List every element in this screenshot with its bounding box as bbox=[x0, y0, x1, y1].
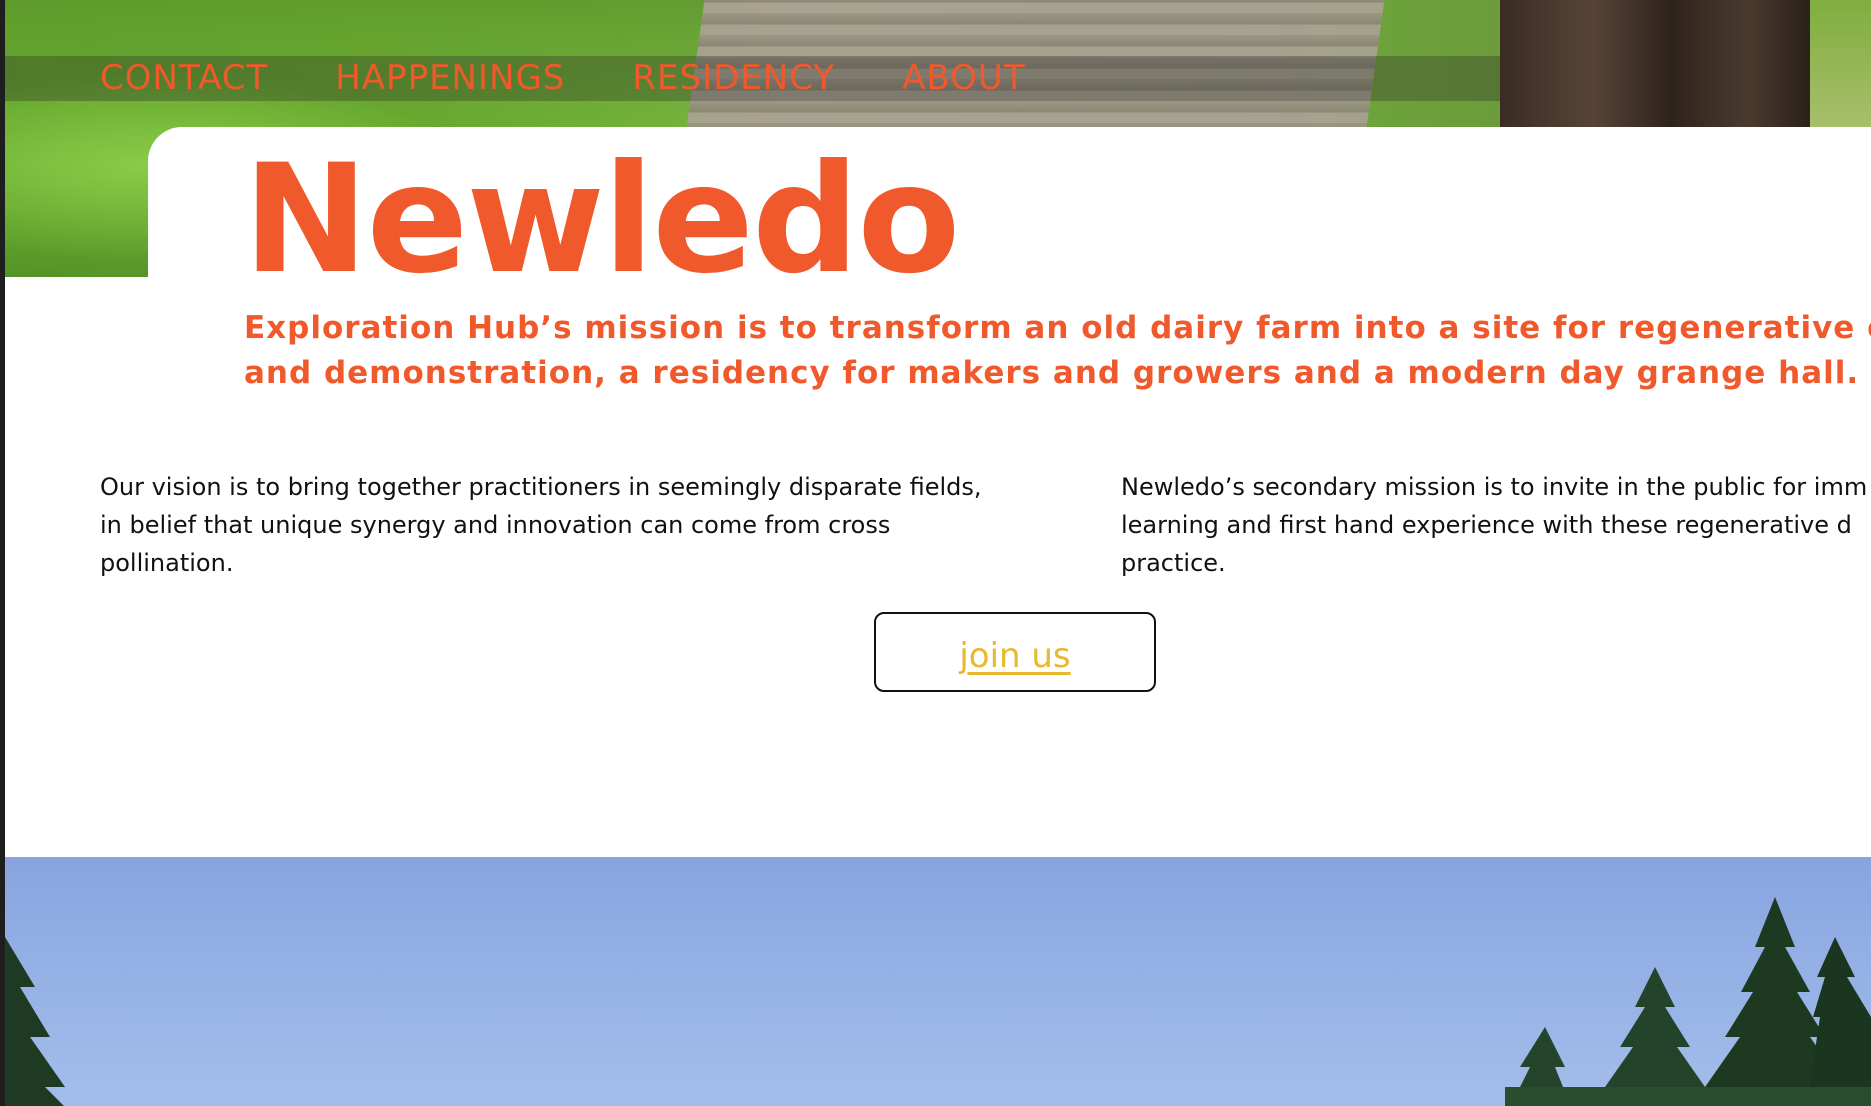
page: CONTACT HAPPENINGS RESIDENCY ABOUT Newle… bbox=[0, 0, 1871, 1106]
trees-left-silhouette bbox=[5, 937, 65, 1106]
mission-line-2: and demonstration, a residency for maker… bbox=[244, 355, 1860, 391]
mission-statement: Exploration Hub’s mission is to transfor… bbox=[244, 306, 1871, 396]
vision-line-3: pollination. bbox=[100, 549, 234, 577]
vision-paragraph: Our vision is to bring together practiti… bbox=[100, 468, 982, 582]
secondary-line-3: practice. bbox=[1121, 549, 1226, 577]
nav-list: CONTACT HAPPENINGS RESIDENCY ABOUT bbox=[100, 56, 1026, 101]
nav-item-contact[interactable]: CONTACT bbox=[100, 56, 268, 101]
vision-line-1: Our vision is to bring together practiti… bbox=[100, 473, 982, 501]
site-title: Newledo bbox=[243, 133, 960, 307]
nav-item-happenings[interactable]: HAPPENINGS bbox=[335, 56, 565, 101]
nav-item-residency[interactable]: RESIDENCY bbox=[632, 56, 835, 101]
main-navigation: CONTACT HAPPENINGS RESIDENCY ABOUT bbox=[5, 56, 1500, 101]
vision-line-2: in belief that unique synergy and innova… bbox=[100, 511, 891, 539]
join-us-link[interactable]: join us bbox=[959, 636, 1070, 676]
mission-line-1: Exploration Hub’s mission is to transfor… bbox=[244, 310, 1871, 346]
secondary-mission-paragraph: Newledo’s secondary mission is to invite… bbox=[1121, 468, 1867, 582]
nav-item-about[interactable]: ABOUT bbox=[902, 56, 1025, 101]
window-edge bbox=[0, 0, 5, 1106]
trees-right-silhouette bbox=[1505, 897, 1871, 1106]
secondary-line-1: Newledo’s secondary mission is to invite… bbox=[1121, 473, 1868, 501]
join-us-button[interactable]: join us bbox=[874, 612, 1156, 692]
secondary-line-2: learning and first hand experience with … bbox=[1121, 511, 1852, 539]
sky-trees-image bbox=[5, 857, 1871, 1106]
